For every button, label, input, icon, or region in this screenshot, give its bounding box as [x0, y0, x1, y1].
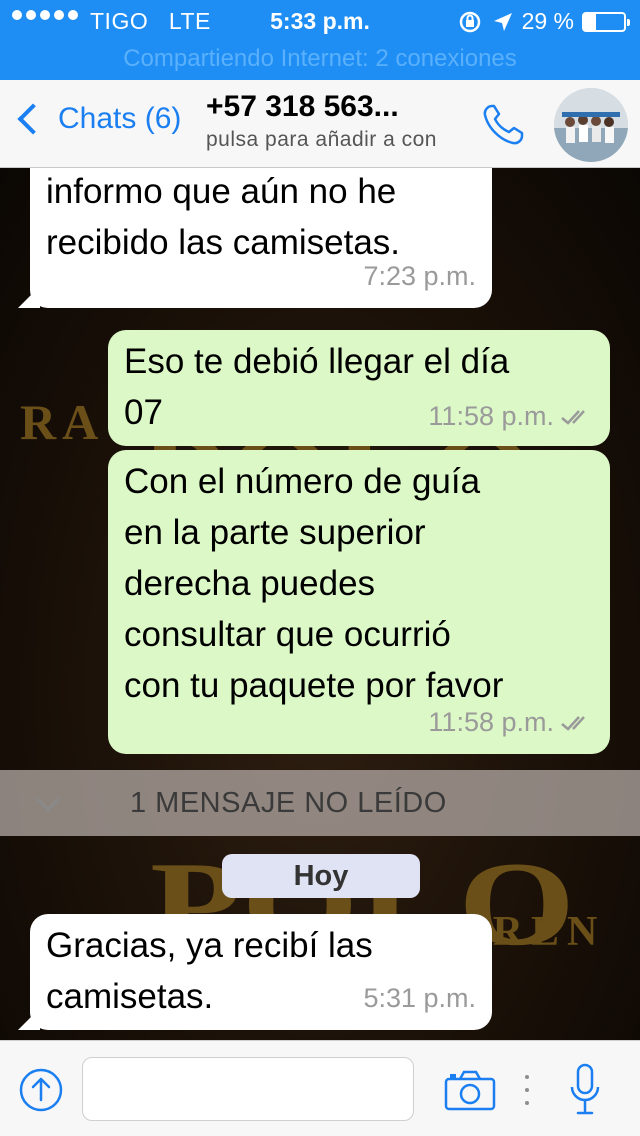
unread-banner[interactable]: 1 MENSAJE NO LEÍDO: [0, 770, 640, 836]
message-line: Con el número de guía: [124, 462, 481, 501]
double-check-icon: [561, 715, 585, 731]
contact-avatar[interactable]: [554, 88, 628, 162]
contact-subtitle: pulsa para añadir a con: [206, 128, 437, 151]
phone-icon[interactable]: [478, 100, 528, 150]
message-bubble-outgoing[interactable]: Con el número de guía en la parte superi…: [108, 450, 610, 754]
contact-name: +57 318 563...: [206, 90, 399, 123]
message-time: 7:23 p.m.: [363, 261, 476, 291]
camera-icon[interactable]: [444, 1069, 496, 1111]
message-line: Gracias, ya recibí las: [46, 926, 373, 965]
message-input-bar: [0, 1040, 640, 1136]
more-dots-icon: [524, 1075, 530, 1105]
message-time: 5:31 p.m.: [363, 983, 476, 1013]
group-photo-avatar: [554, 88, 628, 162]
message-time: 11:58 p.m.: [428, 401, 554, 431]
unread-label: 1 MENSAJE NO LEÍDO: [130, 787, 447, 819]
hotspot-banner[interactable]: Compartiendo Internet: 2 conexiones: [0, 44, 640, 80]
microphone-icon[interactable]: [568, 1063, 602, 1117]
chat-area[interactable]: POLO RA POLO LAUREN informo que aún no h…: [0, 168, 640, 1040]
double-check-icon: [561, 409, 585, 425]
contact-info[interactable]: +57 318 563... pulsa para añadir a con: [206, 90, 460, 152]
location-arrow-icon: [493, 12, 512, 31]
message-bubble-outgoing[interactable]: Eso te debió llegar el día 07 11:58 p.m.: [108, 330, 610, 446]
date-separator: Hoy: [222, 854, 420, 898]
message-bubble-incoming[interactable]: Gracias, ya recibí las camisetas. 5:31 p…: [18, 914, 492, 1030]
message-input[interactable]: [82, 1057, 414, 1121]
message-line: en la parte superior: [124, 513, 426, 552]
battery-percent: 29 %: [521, 8, 574, 34]
chevron-left-icon: [17, 103, 49, 135]
back-button[interactable]: Chats (6): [14, 102, 181, 136]
message-bubble-incoming[interactable]: informo que aún no he recibido las camis…: [18, 168, 492, 308]
battery-icon: [582, 11, 630, 32]
bubble-tail: [18, 286, 40, 308]
message-line: consultar que ocurrió: [124, 615, 451, 654]
bubble-tail: [18, 1008, 40, 1030]
status-right: 29 %: [458, 8, 630, 35]
message-time: 11:58 p.m.: [428, 707, 554, 737]
message-line: Eso te debió llegar el día: [124, 342, 510, 381]
chat-header: Chats (6) +57 318 563... pulsa para añad…: [0, 80, 640, 168]
wallpaper-graphic-2: RA: [20, 394, 105, 450]
arrow-up-circle-icon[interactable]: [18, 1067, 64, 1113]
message-line: informo que aún no he: [46, 172, 397, 211]
chevron-down-icon: [36, 788, 60, 812]
message-line: derecha puedes: [124, 564, 376, 603]
back-label: Chats (6): [58, 102, 182, 135]
status-bar: TIGO LTE 5:33 p.m. 29 %: [0, 0, 640, 44]
rotation-lock-icon: [459, 11, 480, 32]
